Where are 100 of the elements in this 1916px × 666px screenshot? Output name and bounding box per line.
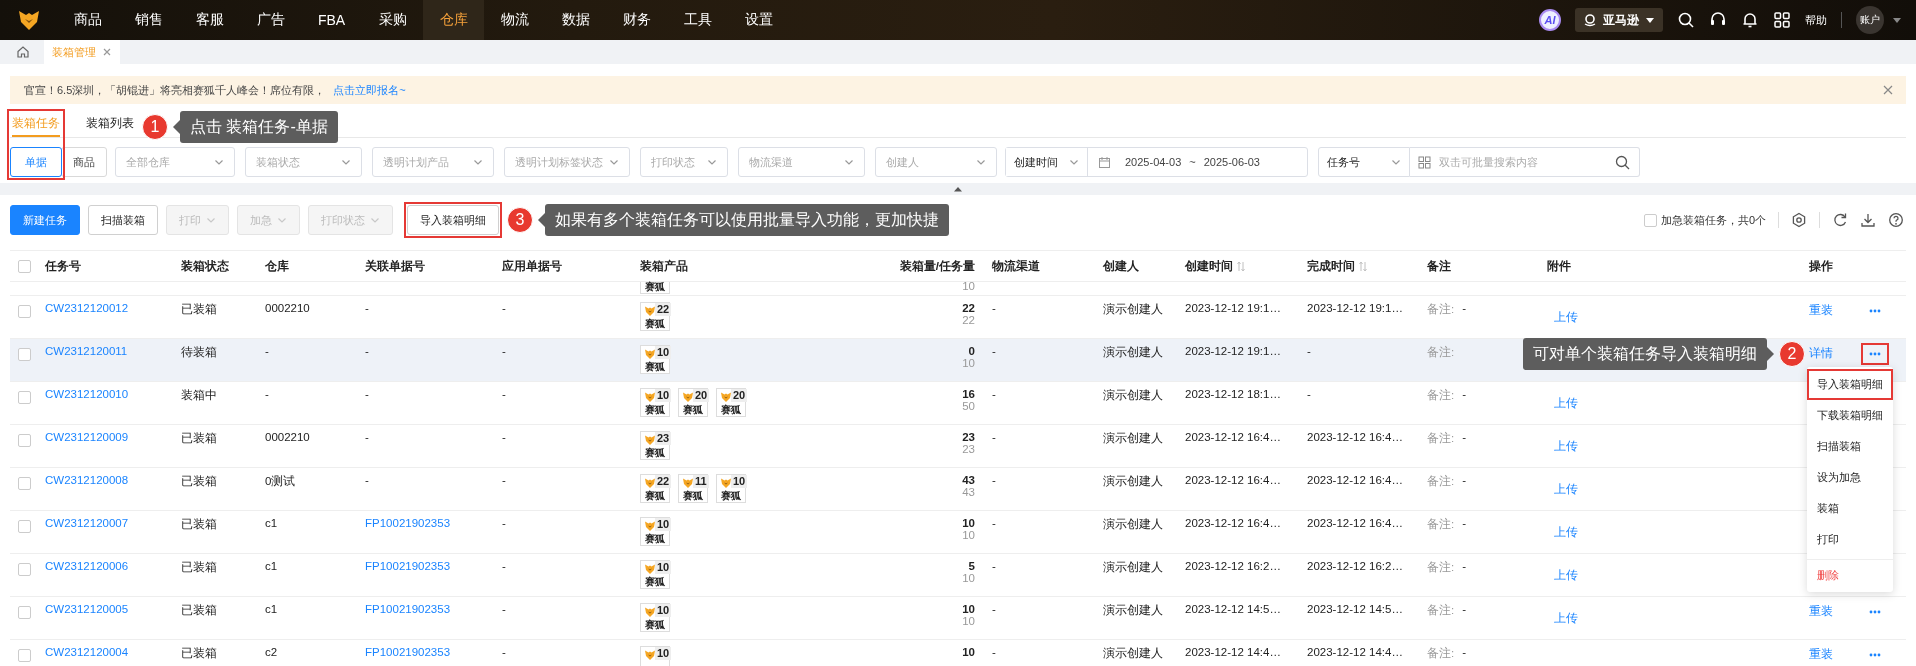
checkbox[interactable] xyxy=(18,606,31,619)
end-date[interactable]: 2025-06-03 xyxy=(1203,156,1260,168)
nav-item[interactable]: 客服 xyxy=(179,0,240,40)
product-thumbnail[interactable]: 20 赛狐 xyxy=(716,388,746,417)
task-id-link[interactable]: CW2312120009 xyxy=(45,431,129,443)
account-avatar[interactable]: 账户 xyxy=(1856,6,1884,34)
menu-item[interactable]: 扫描装箱 xyxy=(1807,431,1893,462)
start-date[interactable]: 2025-04-03 xyxy=(1125,156,1182,168)
product-thumbnail[interactable]: 10 xyxy=(640,646,670,666)
nav-item[interactable]: 广告 xyxy=(240,0,301,40)
action-link[interactable]: 重装 xyxy=(1809,647,1833,662)
product-thumbnail[interactable]: 10 赛狐 xyxy=(640,345,670,374)
bell-icon[interactable] xyxy=(1741,11,1759,29)
nav-item[interactable]: 工具 xyxy=(667,0,728,40)
document-link[interactable]: FP10021902353 xyxy=(365,517,451,529)
product-thumbnail[interactable]: 10 赛狐 xyxy=(640,603,670,632)
checkbox[interactable] xyxy=(18,348,31,361)
caret-icon[interactable] xyxy=(1892,15,1902,25)
task-id-link[interactable]: CW2312120008 xyxy=(45,474,129,486)
menu-item[interactable]: 打印 xyxy=(1807,524,1893,555)
product-thumbnail[interactable]: 20 赛狐 xyxy=(678,388,708,417)
help-icon[interactable] xyxy=(1888,212,1904,228)
checkbox[interactable] xyxy=(18,259,31,273)
upload-link[interactable]: 上传 xyxy=(1554,525,1578,540)
marketplace-select[interactable]: 亚马逊 xyxy=(1575,8,1663,32)
table-cell: 已装箱 xyxy=(181,517,217,532)
task-id-link[interactable]: CW2312120007 xyxy=(45,517,129,529)
nav-item[interactable]: 财务 xyxy=(606,0,667,40)
document-link[interactable]: FP10021902353 xyxy=(365,646,451,658)
mode-toggle[interactable]: 单据 xyxy=(10,147,62,177)
upload-link[interactable]: 上传 xyxy=(1554,482,1578,497)
checkbox[interactable] xyxy=(18,305,31,318)
document-link[interactable]: FP10021902353 xyxy=(365,603,451,615)
help-link[interactable]: 帮助 xyxy=(1805,12,1827,28)
checkbox[interactable] xyxy=(1643,213,1657,227)
task-id-link[interactable]: CW2312120012 xyxy=(45,302,129,314)
tab[interactable]: 装箱列表 xyxy=(86,112,134,137)
task-id-link[interactable]: CW2312120006 xyxy=(45,560,129,572)
home-icon[interactable] xyxy=(16,45,30,59)
checkbox[interactable] xyxy=(18,520,31,533)
download-icon[interactable] xyxy=(1860,212,1876,228)
highlight-frame xyxy=(7,109,65,180)
search-icon[interactable] xyxy=(1677,11,1695,29)
nav-item[interactable]: 商品 xyxy=(57,0,118,40)
product-thumbnail[interactable]: 赛狐 xyxy=(640,282,670,294)
document-link[interactable]: FP10021902353 xyxy=(365,560,451,572)
nav-item[interactable]: 仓库 xyxy=(423,0,484,40)
sort-icon[interactable] xyxy=(1237,260,1245,272)
checkbox[interactable] xyxy=(18,563,31,576)
nav-item[interactable]: 销售 xyxy=(118,0,179,40)
checkbox[interactable] xyxy=(18,391,31,404)
settings-icon[interactable] xyxy=(1791,212,1807,228)
date-type-select[interactable]: 创建时间 xyxy=(1006,148,1088,176)
apps-icon[interactable] xyxy=(1773,11,1791,29)
close-icon[interactable] xyxy=(102,47,112,57)
ai-badge[interactable]: AI xyxy=(1539,9,1561,31)
checkbox[interactable] xyxy=(18,434,31,447)
product-thumbnail[interactable]: 10 赛狐 xyxy=(640,560,670,589)
mode-toggle[interactable]: 商品 xyxy=(61,147,107,177)
product-thumbnail[interactable]: 10 赛狐 xyxy=(640,388,670,417)
menu-item[interactable]: 设为加急 xyxy=(1807,462,1893,493)
sort-icon[interactable] xyxy=(1359,260,1367,272)
menu-item[interactable]: 导入装箱明细 xyxy=(1807,369,1893,400)
nav-item[interactable]: 数据 xyxy=(545,0,606,40)
menu-item[interactable]: 删除 xyxy=(1807,559,1893,590)
toolbar-button[interactable]: 新建任务 xyxy=(10,205,80,235)
more-button[interactable] xyxy=(1861,343,1889,365)
search-field[interactable]: 双击可批量搜索内容 xyxy=(1410,147,1640,177)
toolbar-button[interactable]: 扫描装箱 xyxy=(88,205,158,235)
toolbar-button[interactable]: 导入装箱明细 xyxy=(407,205,499,235)
nav-item[interactable]: 设置 xyxy=(728,0,789,40)
action-link[interactable]: 重装 xyxy=(1809,303,1833,318)
product-thumbnail[interactable]: 22 赛狐 xyxy=(640,474,670,503)
search-icon[interactable] xyxy=(1615,154,1630,170)
date-range-field[interactable]: 创建时间 2025-04-03 ~ 2025-06-03 xyxy=(1005,147,1308,177)
upload-link[interactable]: 上传 xyxy=(1554,439,1578,454)
close-icon[interactable] xyxy=(1882,84,1894,96)
task-id-link[interactable]: CW2312120005 xyxy=(45,603,129,615)
upload-link[interactable]: 上传 xyxy=(1554,310,1578,325)
task-id-link[interactable]: CW2312120010 xyxy=(45,388,129,400)
task-id-link[interactable]: CW2312120004 xyxy=(45,646,129,658)
refresh-icon[interactable] xyxy=(1832,212,1848,228)
nav-item[interactable]: 物流 xyxy=(484,0,545,40)
menu-item[interactable]: 装箱 xyxy=(1807,493,1893,524)
product-thumbnail[interactable]: 10 赛狐 xyxy=(640,517,670,546)
nav-item[interactable]: FBA xyxy=(301,0,362,40)
collapse-icon[interactable] xyxy=(953,186,963,192)
action-link[interactable]: 重装 xyxy=(1809,604,1833,619)
search-field-select[interactable]: 任务号 xyxy=(1318,147,1410,177)
nav-item[interactable]: 采购 xyxy=(362,0,423,40)
checkbox[interactable] xyxy=(18,649,31,662)
product-thumbnail[interactable]: 23 赛狐 xyxy=(640,431,670,460)
upload-link[interactable]: 上传 xyxy=(1554,611,1578,626)
product-thumbnail[interactable]: 11 赛狐 xyxy=(678,474,708,503)
product-thumbnail[interactable]: 10 赛狐 xyxy=(716,474,746,503)
checkbox[interactable] xyxy=(18,477,31,490)
menu-item[interactable]: 下载装箱明细 xyxy=(1807,400,1893,431)
upload-link[interactable]: 上传 xyxy=(1554,568,1578,583)
product-thumbnail[interactable]: 22 赛狐 xyxy=(640,302,670,331)
upload-link[interactable]: 上传 xyxy=(1554,396,1578,411)
